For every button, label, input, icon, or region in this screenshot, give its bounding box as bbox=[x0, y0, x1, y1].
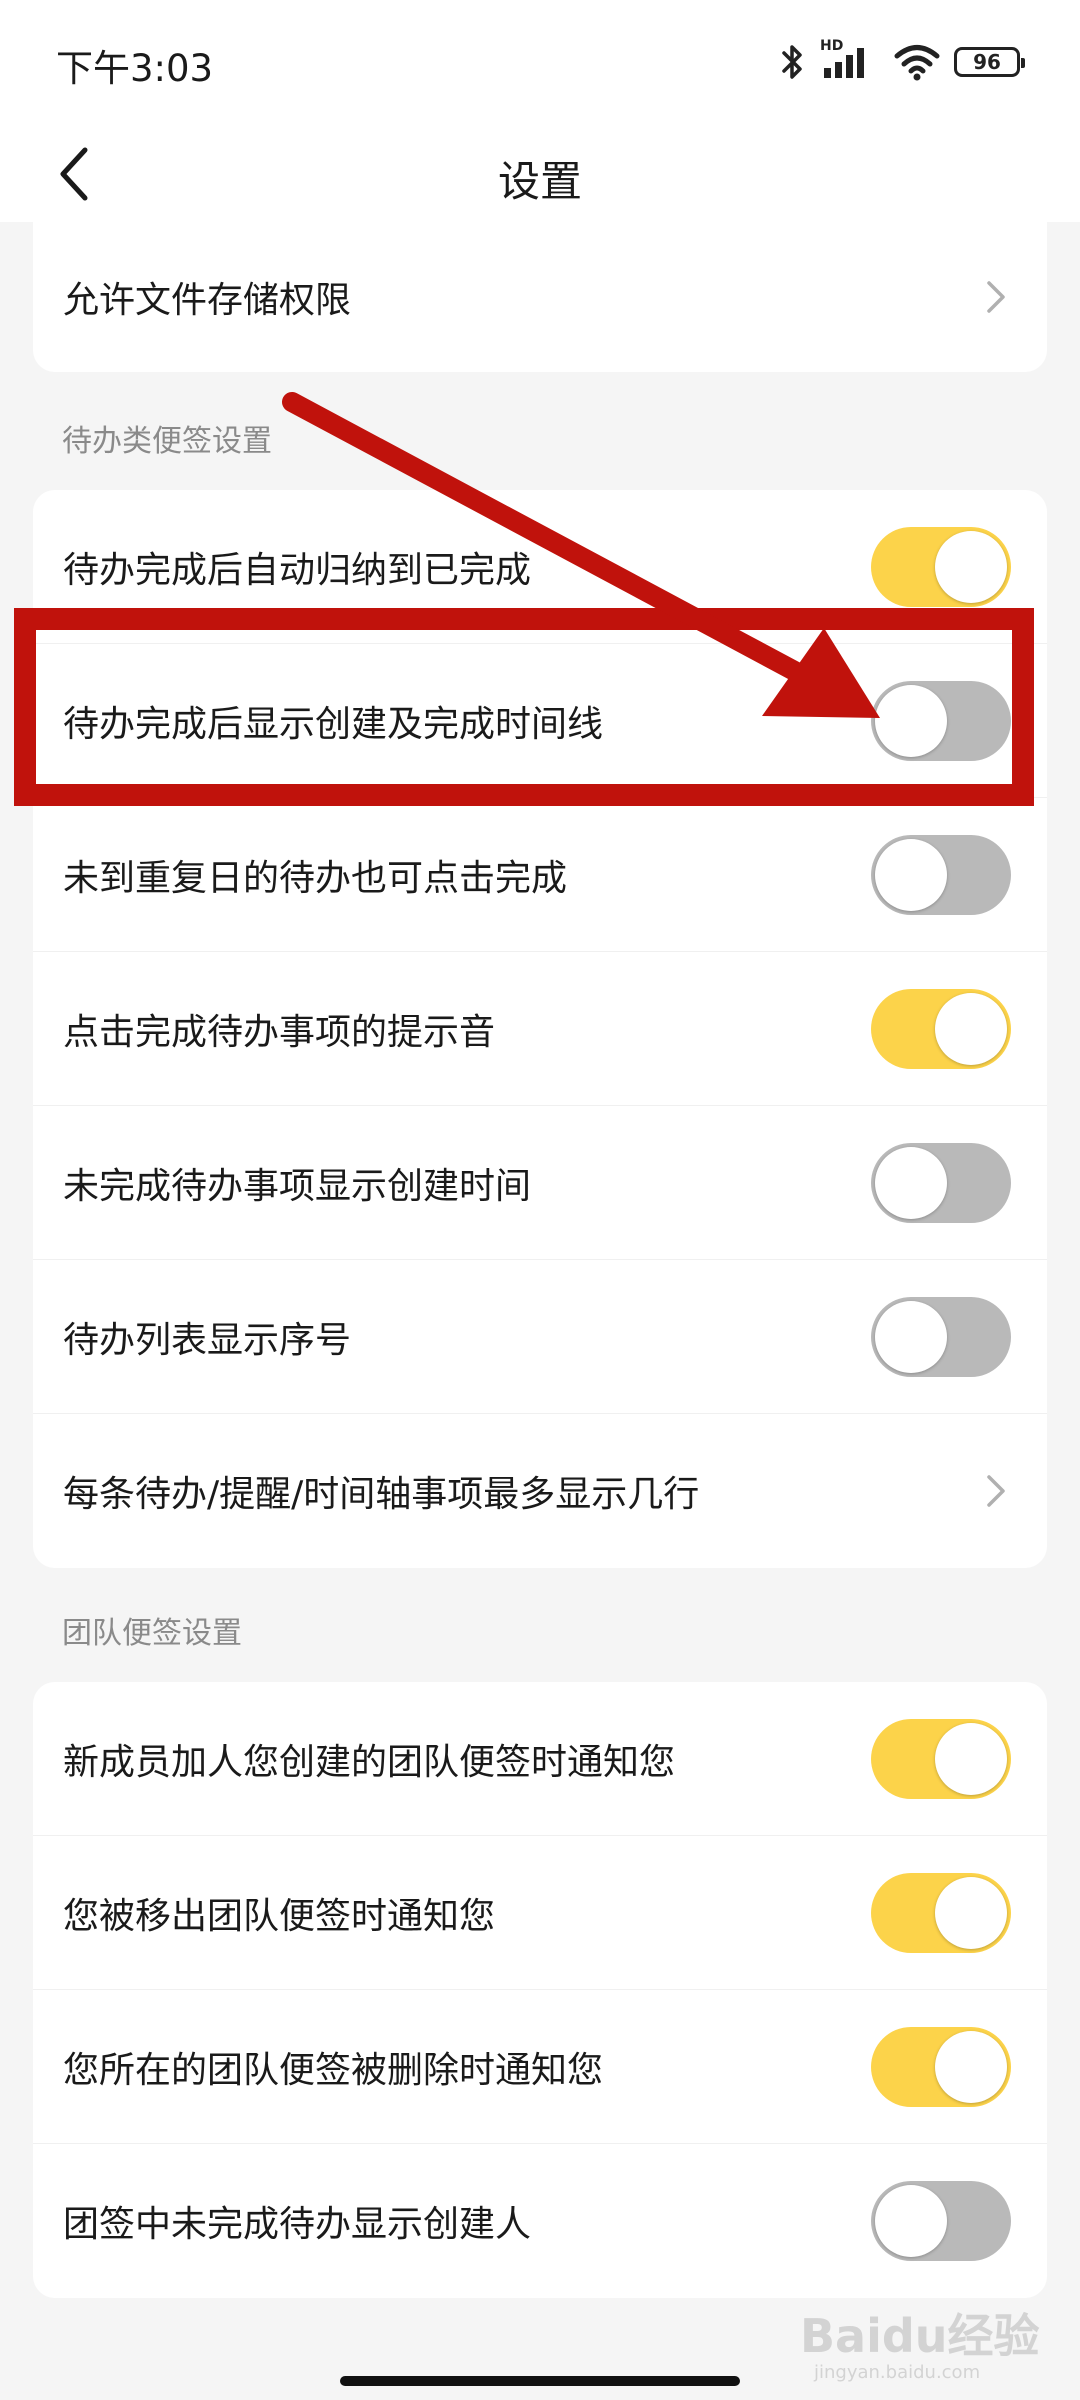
home-indicator[interactable] bbox=[340, 2376, 740, 2386]
annotation-arrow-icon bbox=[282, 392, 880, 718]
setting-row-complete-before-repeat[interactable]: 未到重复日的待办也可点击完成 bbox=[33, 798, 1047, 952]
toggle-switch[interactable] bbox=[871, 2181, 1011, 2261]
watermark-url: jingyan.baidu.com bbox=[814, 2362, 981, 2383]
toggle-knob bbox=[935, 2030, 1007, 2103]
toggle-switch[interactable] bbox=[871, 1296, 1011, 1377]
watermark-brand: Baidu经验 bbox=[800, 2309, 1040, 2363]
setting-label: 您所在的团队便签被删除时通知您 bbox=[63, 2049, 604, 2091]
toggle-knob bbox=[935, 1722, 1007, 1795]
setting-row-max-lines[interactable]: 每条待办/提醒/时间轴事项最多显示几行 bbox=[33, 1414, 1047, 1568]
toggle-switch[interactable] bbox=[871, 988, 1011, 1069]
toggle-switch[interactable] bbox=[871, 834, 1011, 915]
setting-row-deleted-notify[interactable]: 您所在的团队便签被删除时通知您 bbox=[33, 1990, 1047, 2144]
setting-label: 点击完成待办事项的提示音 bbox=[63, 1011, 496, 1053]
baidu-watermark: Baidu经验 jingyan.baidu.com bbox=[800, 2300, 1040, 2390]
setting-label: 您被移出团队便签时通知您 bbox=[63, 1895, 496, 1937]
toggle-switch[interactable] bbox=[871, 1872, 1011, 1953]
setting-label: 团签中未完成待办显示创建人 bbox=[63, 2204, 532, 2245]
toggle-knob bbox=[875, 1146, 947, 1219]
toggle-switch[interactable] bbox=[871, 2026, 1011, 2107]
toggle-switch[interactable] bbox=[871, 1142, 1011, 1223]
toggle-knob bbox=[875, 1300, 947, 1373]
team-settings-card: 新成员加人您创建的团队便签时通知您 您被移出团队便签时通知您 您所在的团队便签被… bbox=[33, 1682, 1047, 2298]
setting-row-new-member-notify[interactable]: 新成员加人您创建的团队便签时通知您 bbox=[33, 1682, 1047, 1836]
toggle-knob bbox=[935, 1876, 1007, 1949]
setting-row-show-create-time[interactable]: 未完成待办事项显示创建时间 bbox=[33, 1106, 1047, 1260]
settings-screen: 下午3:03 HD 96 设置 允许文件存储权限 待办类便签设置 待办完成后自动… bbox=[0, 0, 1080, 2400]
toggle-knob bbox=[875, 838, 947, 911]
setting-label: 未到重复日的待办也可点击完成 bbox=[63, 857, 568, 899]
setting-label: 每条待办/提醒/时间轴事项最多显示几行 bbox=[63, 1474, 700, 1515]
setting-label: 新成员加人您创建的团队便签时通知您 bbox=[63, 1741, 676, 1783]
setting-label: 未完成待办事项显示创建时间 bbox=[63, 1165, 532, 1207]
setting-row-removed-notify[interactable]: 您被移出团队便签时通知您 bbox=[33, 1836, 1047, 1990]
toggle-switch[interactable] bbox=[871, 1718, 1011, 1799]
chevron-right-icon bbox=[981, 1471, 1011, 1511]
setting-row-show-index[interactable]: 待办列表显示序号 bbox=[33, 1260, 1047, 1414]
toggle-knob bbox=[875, 2185, 947, 2257]
setting-label: 待办列表显示序号 bbox=[63, 1319, 352, 1361]
setting-row-show-creator[interactable]: 团签中未完成待办显示创建人 bbox=[33, 2144, 1047, 2298]
toggle-knob bbox=[935, 992, 1007, 1065]
setting-row-complete-sound[interactable]: 点击完成待办事项的提示音 bbox=[33, 952, 1047, 1106]
team-section-header: 团队便签设置 bbox=[62, 1616, 242, 1651]
